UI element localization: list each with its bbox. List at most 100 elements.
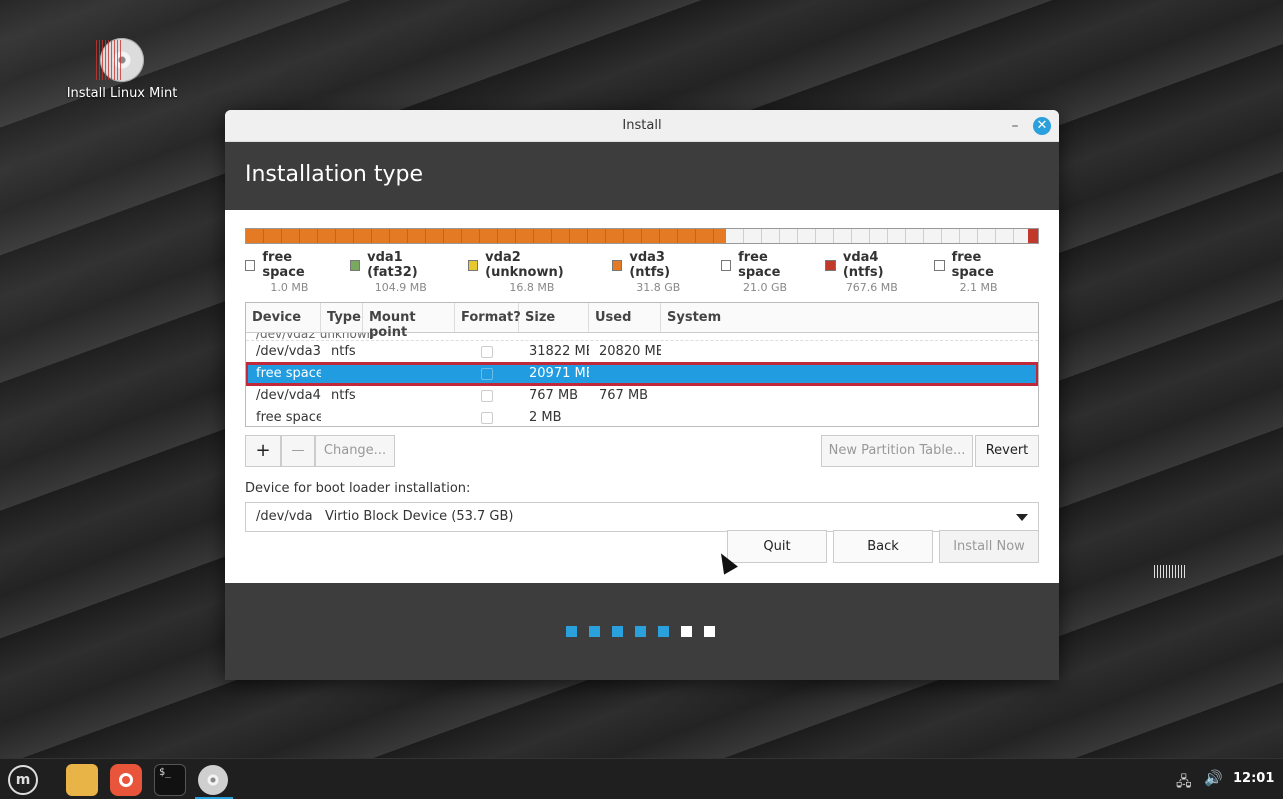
legend-item: vda3 (ntfs) 31.8 GB bbox=[611, 250, 705, 294]
cell-used: 20820 MB bbox=[599, 344, 661, 359]
page-title: Installation type bbox=[245, 162, 423, 187]
installer-window: Install – ✕ Installation type free space… bbox=[225, 110, 1059, 680]
column-header-size[interactable]: Size bbox=[519, 303, 589, 332]
legend-label: vda3 (ntfs) bbox=[629, 250, 671, 280]
cell-type bbox=[321, 363, 363, 385]
table-row[interactable]: /dev/vda4 ntfs 767 MB 767 MB bbox=[246, 385, 1038, 407]
partition-toolbar: + — Change... New Partition Table... Rev… bbox=[245, 435, 1039, 467]
progress-footer bbox=[225, 583, 1059, 680]
progress-dot bbox=[589, 626, 600, 637]
legend-swatch bbox=[934, 259, 945, 271]
column-header-type[interactable]: Type bbox=[321, 303, 363, 332]
legend-label: free space bbox=[738, 250, 781, 280]
desktop-icon-label: Install Linux Mint bbox=[66, 86, 178, 101]
bootloader-selected-value: /dev/vda Virtio Block Device (53.7 GB) bbox=[256, 509, 514, 524]
bootloader-label: Device for boot loader installation: bbox=[245, 481, 471, 496]
progress-dot bbox=[635, 626, 646, 637]
back-button[interactable]: Back bbox=[833, 530, 933, 563]
cell-device: /dev/vda3 bbox=[256, 344, 321, 359]
table-row[interactable]: free space 2 MB bbox=[246, 407, 1038, 426]
cell-type: ntfs bbox=[331, 344, 356, 359]
add-partition-button[interactable]: + bbox=[245, 435, 281, 467]
partition-bar bbox=[245, 228, 1039, 244]
legend-label: vda2 (unknown) bbox=[485, 250, 564, 280]
cell-mount bbox=[363, 341, 455, 363]
action-buttons: Quit Back Install Now bbox=[721, 530, 1039, 563]
legend-size: 21.0 GB bbox=[743, 281, 788, 294]
progress-dot bbox=[566, 626, 577, 637]
legend-item: free space 2.1 MB bbox=[934, 250, 1023, 294]
installer-taskbar-icon[interactable] bbox=[198, 765, 228, 795]
files-folder-icon[interactable] bbox=[66, 764, 98, 796]
partition-table: Device Type Mount point Format? Size Use… bbox=[245, 302, 1039, 427]
terminal-icon[interactable]: $_ bbox=[154, 764, 186, 796]
header-band: Installation type bbox=[225, 142, 1059, 210]
legend-label: free space bbox=[262, 250, 305, 280]
legend-swatch bbox=[611, 259, 623, 271]
close-button[interactable]: ✕ bbox=[1033, 117, 1051, 135]
column-header-device[interactable]: Device bbox=[246, 303, 321, 332]
cell-type: ntfs bbox=[331, 388, 356, 403]
column-header-system[interactable]: System bbox=[661, 303, 1038, 332]
cell-mount bbox=[363, 363, 455, 385]
progress-dot bbox=[681, 626, 692, 637]
legend-swatch bbox=[245, 259, 256, 271]
taskbar: m $_ 🖧 🔊 12:01 bbox=[0, 758, 1283, 799]
cell-device: free space bbox=[256, 410, 321, 425]
remove-partition-button[interactable]: — bbox=[281, 435, 315, 467]
column-header-format[interactable]: Format? bbox=[455, 303, 521, 332]
format-checkbox[interactable] bbox=[481, 346, 493, 358]
legend-item: vda2 (unknown) 16.8 MB bbox=[467, 250, 596, 294]
cell-device: /dev/vda4 bbox=[256, 388, 321, 403]
table-row[interactable]: /dev/vda3 ntfs 31822 MB 20820 MB bbox=[246, 341, 1038, 363]
column-header-mount-point[interactable]: Mount point bbox=[363, 303, 455, 340]
cell-system bbox=[661, 407, 1038, 426]
cell-size: 31822 MB bbox=[529, 344, 589, 359]
partial-table-row[interactable]: /dev/vda2 unknown bbox=[246, 333, 1038, 341]
cell-format bbox=[455, 341, 519, 363]
clock[interactable]: 12:01 bbox=[1233, 771, 1274, 786]
minimize-button[interactable]: – bbox=[1005, 116, 1025, 136]
cell-used bbox=[589, 363, 661, 385]
progress-dot bbox=[612, 626, 623, 637]
partition-bar-free-space bbox=[725, 229, 1029, 243]
legend-label: vda4 (ntfs) bbox=[842, 250, 884, 280]
legend-size: 31.8 GB bbox=[636, 281, 681, 294]
legend-swatch bbox=[825, 259, 836, 271]
progress-dot bbox=[704, 626, 715, 637]
cell-used: 767 MB bbox=[599, 388, 649, 403]
table-row[interactable]: free space 20971 MB bbox=[246, 362, 1038, 386]
cell-size: 2 MB bbox=[529, 410, 562, 425]
new-partition-table-button[interactable]: New Partition Table... bbox=[821, 435, 973, 467]
cell-size: 767 MB bbox=[529, 388, 579, 403]
partition-bar-vda4 bbox=[1028, 229, 1038, 243]
disc-icon bbox=[96, 38, 144, 82]
quit-button[interactable]: Quit bbox=[727, 530, 827, 563]
window-title: Install bbox=[622, 118, 662, 133]
install-now-button[interactable]: Install Now bbox=[939, 530, 1039, 563]
legend-size: 16.8 MB bbox=[509, 281, 555, 294]
firefox-icon[interactable] bbox=[110, 764, 142, 796]
network-icon[interactable]: 🖧 bbox=[1176, 771, 1192, 790]
legend-size: 767.6 MB bbox=[845, 281, 898, 294]
format-checkbox[interactable] bbox=[481, 412, 493, 424]
legend-swatch bbox=[349, 259, 361, 271]
cell-system bbox=[661, 385, 1038, 407]
window-titlebar[interactable]: Install – ✕ bbox=[225, 110, 1059, 142]
loading-indicator-icon bbox=[1154, 565, 1186, 578]
column-header-used[interactable]: Used bbox=[589, 303, 661, 332]
cell-type bbox=[321, 407, 363, 426]
change-partition-button[interactable]: Change... bbox=[315, 435, 395, 467]
mint-menu-icon[interactable]: m bbox=[8, 765, 38, 795]
cell-system bbox=[661, 341, 1038, 363]
cell-size: 20971 MB bbox=[529, 366, 589, 381]
bootloader-device-select[interactable]: /dev/vda Virtio Block Device (53.7 GB) bbox=[245, 502, 1039, 532]
legend-size: 104.9 MB bbox=[374, 281, 427, 294]
install-linux-mint-desktop-icon[interactable]: Install Linux Mint bbox=[62, 38, 182, 101]
progress-dot bbox=[658, 626, 669, 637]
revert-button[interactable]: Revert bbox=[975, 435, 1039, 467]
format-checkbox[interactable] bbox=[481, 390, 493, 402]
volume-icon[interactable]: 🔊 bbox=[1204, 769, 1223, 787]
format-checkbox[interactable] bbox=[481, 368, 493, 380]
legend-size: 1.0 MB bbox=[270, 281, 309, 294]
